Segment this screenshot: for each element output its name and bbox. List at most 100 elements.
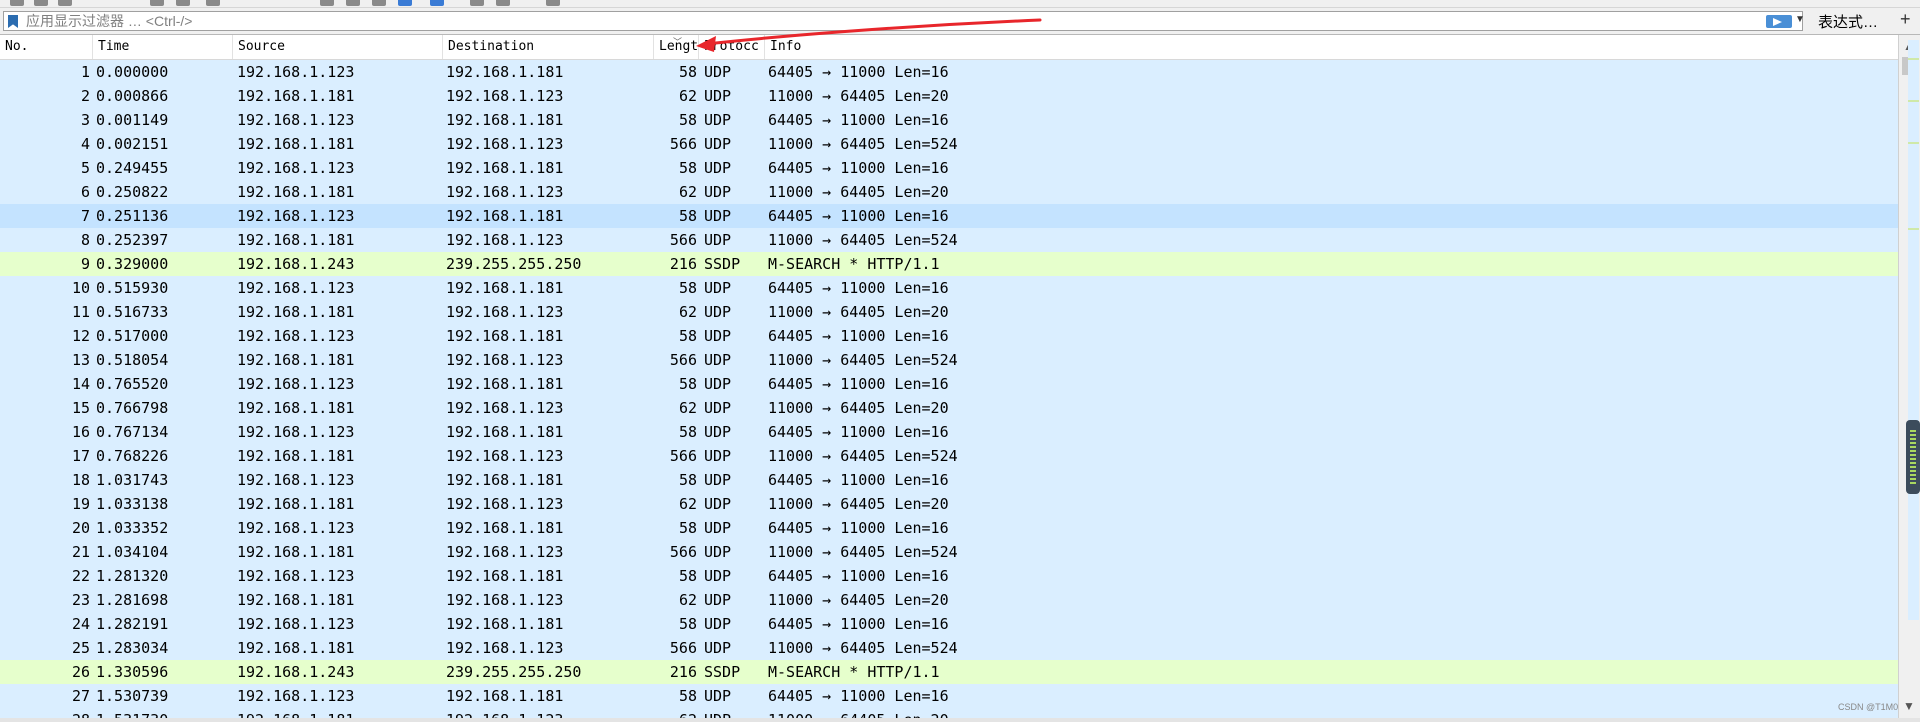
packet-row[interactable]: 24 1.282191 192.168.1.123 192.168.1.181 58 UD… bbox=[0, 612, 1898, 636]
packet-cell-length: 216 bbox=[669, 663, 697, 681]
packet-row[interactable]: 21 1.034104 192.168.1.181 192.168.1.123 566 U… bbox=[0, 540, 1898, 564]
packet-cell-no: 24 bbox=[71, 615, 90, 633]
packet-row[interactable]: 3 0.001149 192.168.1.123 192.168.1.181 58 UDP… bbox=[0, 108, 1898, 132]
packet-row[interactable]: 11 0.516733 192.168.1.181 192.168.1.123 62 UD… bbox=[0, 300, 1898, 324]
packet-cell-length: 58 bbox=[678, 687, 697, 705]
packet-cell-info: 64405 → 11000 Len=16 bbox=[768, 519, 949, 537]
packet-row[interactable]: 12 0.517000 192.168.1.123 192.168.1.181 58 UD… bbox=[0, 324, 1898, 348]
packet-row[interactable]: 13 0.518054 192.168.1.181 192.168.1.123 566 U… bbox=[0, 348, 1898, 372]
expression-button[interactable]: 表达式… bbox=[1818, 11, 1878, 32]
column-header-no[interactable]: No. bbox=[0, 35, 93, 59]
packet-cell-protocol: UDP bbox=[704, 591, 732, 609]
toolbar-icon[interactable] bbox=[150, 0, 164, 6]
column-header-info[interactable]: Info bbox=[765, 35, 1898, 59]
packet-row[interactable]: 26 1.330596 192.168.1.243 239.255.255.250 21… bbox=[0, 660, 1898, 684]
minimap-marker bbox=[1908, 58, 1919, 60]
display-filter-input[interactable] bbox=[26, 12, 1756, 30]
packet-row[interactable]: 15 0.766798 192.168.1.181 192.168.1.123 62 UD… bbox=[0, 396, 1898, 420]
column-header-time[interactable]: Time bbox=[93, 35, 233, 59]
packet-cell-length: 58 bbox=[678, 111, 697, 129]
packet-cell-no: 9 bbox=[80, 255, 90, 273]
toolbar-icon[interactable] bbox=[58, 0, 72, 6]
packet-row[interactable]: 16 0.767134 192.168.1.123 192.168.1.181 58 UD… bbox=[0, 420, 1898, 444]
packet-cell-source: 192.168.1.181 bbox=[237, 135, 355, 153]
packet-cell-protocol: UDP bbox=[704, 135, 732, 153]
packet-cell-protocol: UDP bbox=[704, 615, 732, 633]
column-header-source[interactable]: Source bbox=[233, 35, 443, 59]
packet-cell-protocol: SSDP bbox=[704, 255, 741, 273]
packet-cell-time: 0.766798 bbox=[96, 399, 169, 417]
packet-row[interactable]: 4 0.002151 192.168.1.181 192.168.1.123 566 UD… bbox=[0, 132, 1898, 156]
packet-cell-no: 15 bbox=[71, 399, 90, 417]
scroll-down-icon[interactable]: ▼ bbox=[1903, 699, 1915, 713]
bookmark-icon[interactable] bbox=[8, 15, 18, 28]
packet-cell-destination: 192.168.1.123 bbox=[446, 447, 564, 465]
packet-cell-source: 192.168.1.123 bbox=[237, 111, 355, 129]
packet-row[interactable]: 10 0.515930 192.168.1.123 192.168.1.181 58 UD… bbox=[0, 276, 1898, 300]
packet-cell-length: 58 bbox=[678, 615, 697, 633]
packet-cell-source: 192.168.1.123 bbox=[237, 687, 355, 705]
toolbar-icon[interactable] bbox=[320, 0, 334, 6]
packet-row[interactable]: 2 0.000866 192.168.1.181 192.168.1.123 62 UDP… bbox=[0, 84, 1898, 108]
packet-row[interactable]: 7 0.251136 192.168.1.123 192.168.1.181 58 UDP… bbox=[0, 204, 1898, 228]
packet-cell-no: 7 bbox=[80, 207, 90, 225]
add-filter-button[interactable]: + bbox=[1900, 9, 1911, 30]
packet-cell-source: 192.168.1.181 bbox=[237, 303, 355, 321]
status-bar-edge bbox=[0, 718, 1920, 722]
packet-row[interactable]: 6 0.250822 192.168.1.181 192.168.1.123 62 UDP… bbox=[0, 180, 1898, 204]
toolbar-icon[interactable] bbox=[346, 0, 360, 6]
toolbar-icon[interactable] bbox=[546, 0, 560, 6]
packet-row[interactable]: 25 1.283034 192.168.1.181 192.168.1.123 566 U… bbox=[0, 636, 1898, 660]
packet-row[interactable]: 1 0.000000 192.168.1.123 192.168.1.181 58 UDP… bbox=[0, 60, 1898, 84]
packet-cell-protocol: UDP bbox=[704, 183, 732, 201]
column-header-protocol[interactable]: Protocc bbox=[699, 35, 765, 59]
packet-cell-length: 58 bbox=[678, 279, 697, 297]
toolbar-icon[interactable] bbox=[206, 0, 220, 6]
toolbar-icon[interactable] bbox=[372, 0, 386, 6]
packet-row[interactable]: 23 1.281698 192.168.1.181 192.168.1.123 62 UD… bbox=[0, 588, 1898, 612]
packet-cell-no: 21 bbox=[71, 543, 90, 561]
toolbar-icon[interactable] bbox=[10, 0, 24, 6]
packet-minimap[interactable] bbox=[1908, 40, 1919, 620]
toolbar-icon[interactable] bbox=[398, 0, 412, 6]
packet-row[interactable]: 27 1.530739 192.168.1.123 192.168.1.181 58 UD… bbox=[0, 684, 1898, 708]
packet-cell-time: 1.281698 bbox=[96, 591, 169, 609]
packet-row[interactable]: 19 1.033138 192.168.1.181 192.168.1.123 62 UD… bbox=[0, 492, 1898, 516]
packet-cell-time: 0.001149 bbox=[96, 111, 169, 129]
packet-cell-info: 11000 → 64405 Len=20 bbox=[768, 399, 949, 417]
packet-cell-info: M-SEARCH * HTTP/1.1 bbox=[768, 663, 940, 681]
packet-cell-no: 4 bbox=[80, 135, 90, 153]
packet-cell-protocol: UDP bbox=[704, 543, 732, 561]
packet-row[interactable]: 14 0.765520 192.168.1.123 192.168.1.181 58 UD… bbox=[0, 372, 1898, 396]
display-filter-box[interactable]: ▼ bbox=[3, 11, 1805, 31]
packet-cell-protocol: UDP bbox=[704, 639, 732, 657]
packet-cell-source: 192.168.1.123 bbox=[237, 567, 355, 585]
packet-cell-time: 0.002151 bbox=[96, 135, 169, 153]
packet-row[interactable]: 20 1.033352 192.168.1.123 192.168.1.181 58 UD… bbox=[0, 516, 1898, 540]
packet-row[interactable]: 18 1.031743 192.168.1.123 192.168.1.181 58 UD… bbox=[0, 468, 1898, 492]
packet-cell-length: 566 bbox=[669, 639, 697, 657]
packet-row[interactable]: 17 0.768226 192.168.1.181 192.168.1.123 566 U… bbox=[0, 444, 1898, 468]
minimap-handle[interactable] bbox=[1906, 420, 1920, 494]
packet-cell-time: 1.330596 bbox=[96, 663, 169, 681]
toolbar-icon[interactable] bbox=[176, 0, 190, 6]
packet-cell-info: 11000 → 64405 Len=20 bbox=[768, 183, 949, 201]
packet-cell-info: M-SEARCH * HTTP/1.1 bbox=[768, 255, 940, 273]
packet-cell-source: 192.168.1.123 bbox=[237, 375, 355, 393]
toolbar-icon[interactable] bbox=[470, 0, 484, 6]
packet-cell-no: 27 bbox=[71, 687, 90, 705]
apply-arrow-icon[interactable] bbox=[1766, 15, 1792, 28]
toolbar-icon[interactable] bbox=[496, 0, 510, 6]
packet-row[interactable]: 5 0.249455 192.168.1.123 192.168.1.181 58 UDP… bbox=[0, 156, 1898, 180]
column-header-destination[interactable]: Destination bbox=[443, 35, 654, 59]
packet-cell-source: 192.168.1.181 bbox=[237, 543, 355, 561]
packet-row[interactable]: 22 1.281320 192.168.1.123 192.168.1.181 58 UD… bbox=[0, 564, 1898, 588]
toolbar-icon[interactable] bbox=[430, 0, 444, 6]
packet-list-header: No. Time Source Destination Lengt Protoc… bbox=[0, 35, 1898, 60]
packet-row[interactable]: 8 0.252397 192.168.1.181 192.168.1.123 566 UD… bbox=[0, 228, 1898, 252]
chevron-down-icon[interactable]: ▼ bbox=[1795, 14, 1805, 25]
packet-row[interactable]: 9 0.329000 192.168.1.243 239.255.255.250 216… bbox=[0, 252, 1898, 276]
toolbar-icon[interactable] bbox=[34, 0, 48, 6]
packet-cell-time: 0.767134 bbox=[96, 423, 169, 441]
packet-cell-protocol: UDP bbox=[704, 279, 732, 297]
